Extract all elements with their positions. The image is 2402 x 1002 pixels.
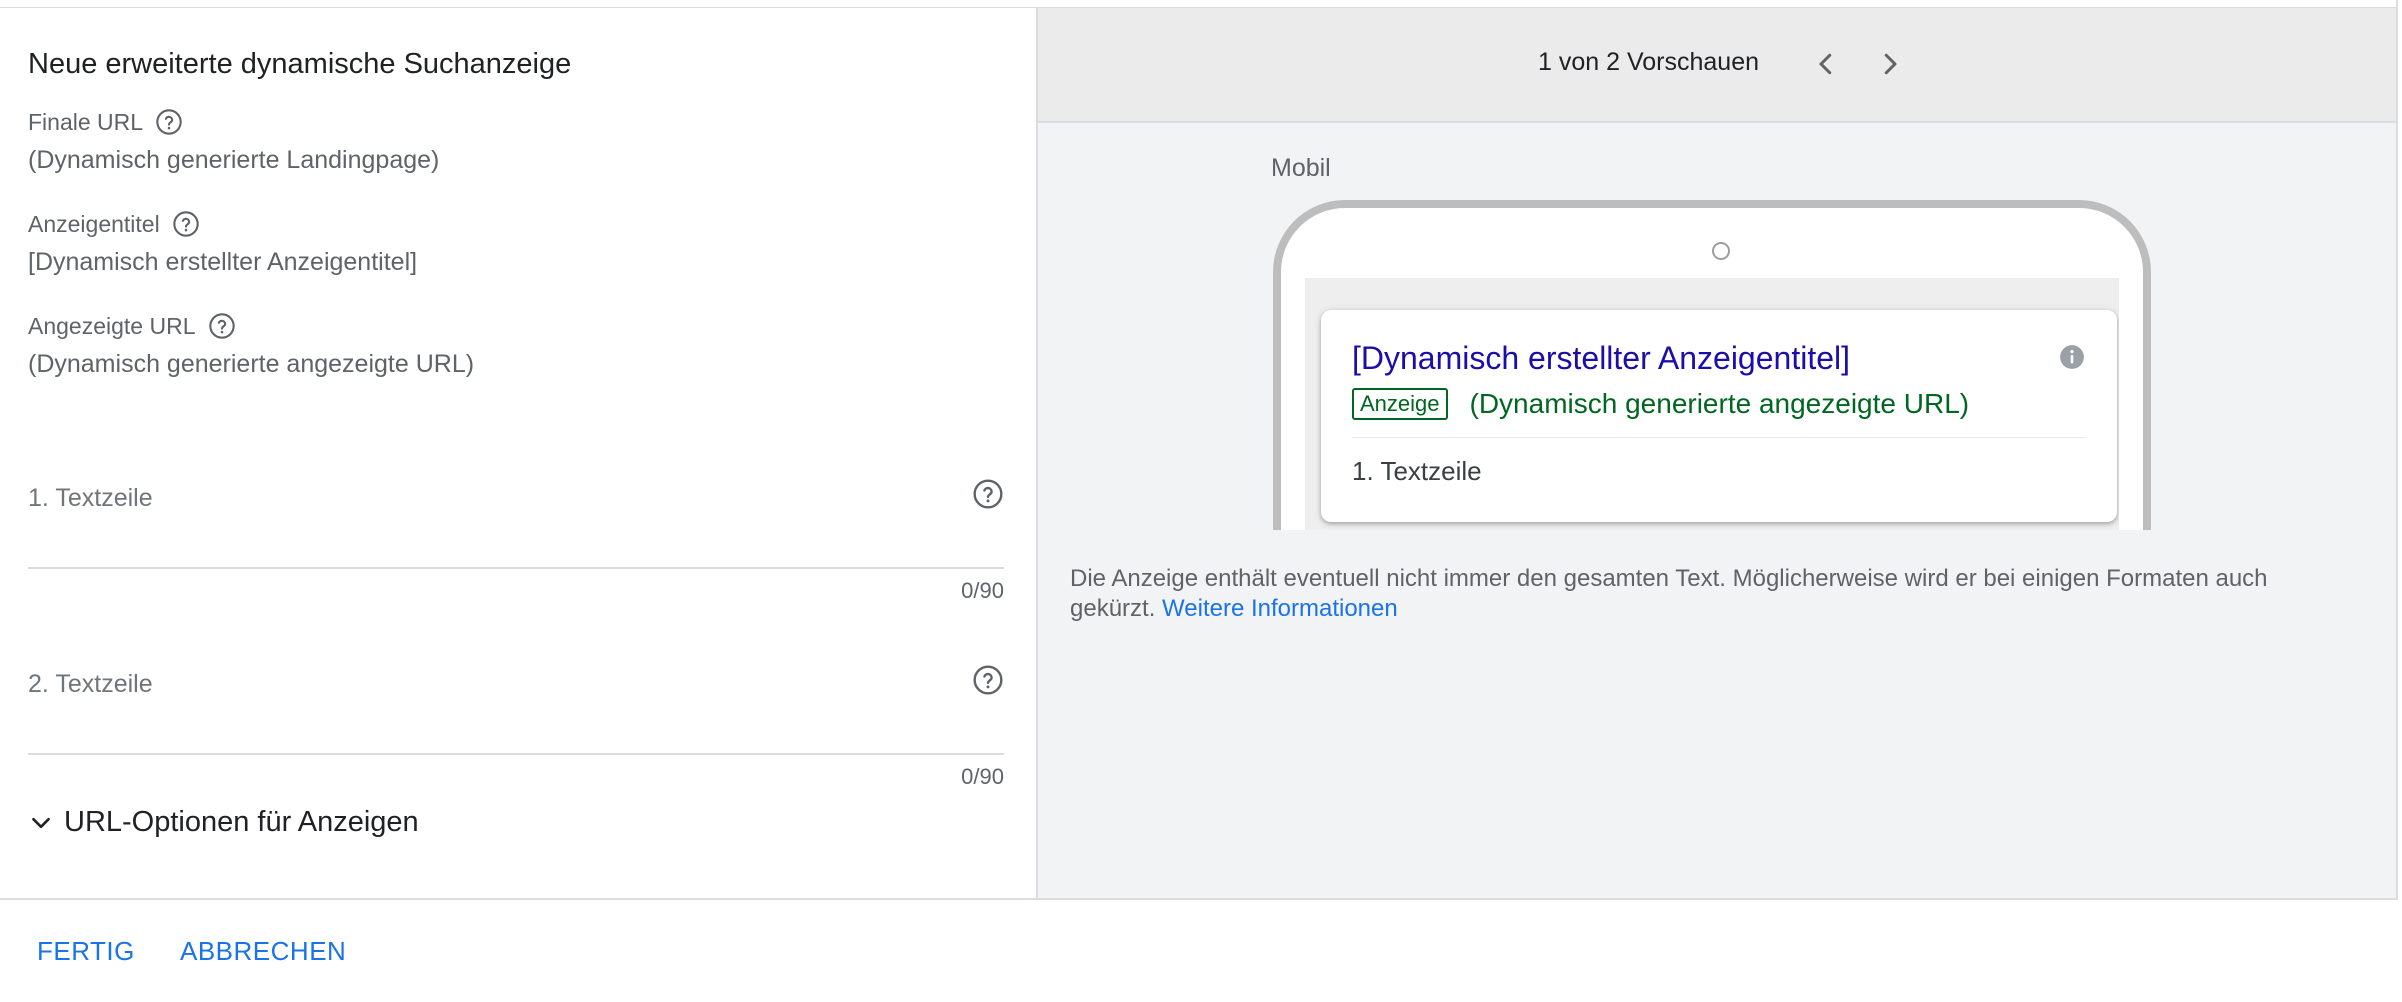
- right-edge-border: [2396, 0, 2398, 900]
- preview-notice: Die Anzeige enthält eventuell nicht imme…: [1070, 564, 2330, 624]
- text-line-2-field[interactable]: 2. Textzeile 0/90: [28, 654, 1004, 794]
- ad-badge: Anzeige: [1352, 388, 1448, 420]
- help-circle-icon[interactable]: [155, 108, 183, 136]
- display-url-label: Angezeigte URL: [28, 312, 196, 339]
- text-line-2-label: 2. Textzeile: [28, 670, 153, 698]
- phone-screen: [Dynamisch erstellter Anzeigentitel] Anz…: [1305, 278, 2119, 530]
- text-line-1-counter: 0/90: [961, 578, 1004, 603]
- preview-header: 1 von 2 Vorschauen: [1038, 8, 2396, 123]
- url-options-toggle[interactable]: URL-Optionen für Anzeigen: [28, 806, 419, 839]
- ad-editor-panel: Neue erweiterte dynamische Suchanzeige F…: [0, 8, 1036, 898]
- learn-more-link[interactable]: Weitere Informationen: [1162, 595, 1398, 622]
- display-url-label-row: Angezeigte URL: [28, 312, 236, 340]
- display-url-value: (Dynamisch generierte angezeigte URL): [28, 350, 475, 378]
- cancel-button[interactable]: ABBRECHEN: [180, 936, 346, 967]
- final-url-value: (Dynamisch generierte Landingpage): [28, 146, 440, 174]
- phone-frame: [Dynamisch erstellter Anzeigentitel] Anz…: [1273, 200, 2151, 530]
- preview-counter: 1 von 2 Vorschauen: [1538, 48, 1759, 76]
- url-options-label: URL-Optionen für Anzeigen: [64, 806, 419, 838]
- footer-divider: [0, 898, 2396, 900]
- final-url-label-row: Finale URL: [28, 108, 183, 136]
- text-line-1-field[interactable]: 1. Textzeile 0/90: [28, 468, 1004, 608]
- done-button[interactable]: FERTIG: [37, 936, 135, 967]
- help-circle-icon[interactable]: [972, 478, 1004, 510]
- text-line-1-label: 1. Textzeile: [28, 484, 153, 512]
- ad-preview-divider: [1352, 437, 2086, 438]
- ad-preview-url: (Dynamisch generierte angezeigte URL): [1469, 388, 1970, 419]
- headline-label-row: Anzeigentitel: [28, 210, 200, 238]
- info-icon[interactable]: [2059, 344, 2085, 370]
- help-circle-icon[interactable]: [208, 312, 236, 340]
- ad-preview-url-row: Anzeige (Dynamisch generierte angezeigte…: [1352, 388, 1969, 420]
- text-line-2-counter: 0/90: [961, 764, 1004, 789]
- ad-preview-text-line: 1. Textzeile: [1352, 456, 1482, 486]
- ad-preview-title: [Dynamisch erstellter Anzeigentitel]: [1352, 340, 1850, 376]
- preview-panel: 1 von 2 Vorschauen Mobil [Dynamisch erst…: [1038, 8, 2396, 898]
- help-circle-icon[interactable]: [172, 210, 200, 238]
- chevron-right-icon: [1884, 53, 1897, 75]
- text-line-2-underline: [28, 753, 1004, 755]
- camera-dot-icon: [1712, 242, 1730, 260]
- headline-label: Anzeigentitel: [28, 210, 160, 237]
- chevron-down-icon: [32, 817, 50, 828]
- editor-title: Neue erweiterte dynamische Suchanzeige: [28, 48, 572, 80]
- ad-preview-card: [Dynamisch erstellter Anzeigentitel] Anz…: [1321, 310, 2117, 522]
- text-line-1-underline: [28, 567, 1004, 569]
- final-url-label: Finale URL: [28, 108, 144, 135]
- chevron-left-icon: [1819, 53, 1832, 75]
- device-label: Mobil: [1271, 154, 1331, 182]
- previous-preview-button[interactable]: [1806, 44, 1846, 84]
- next-preview-button[interactable]: [1870, 44, 1910, 84]
- headline-value: [Dynamisch erstellter Anzeigentitel]: [28, 248, 418, 276]
- top-border: [0, 0, 2396, 8]
- help-circle-icon[interactable]: [972, 664, 1004, 696]
